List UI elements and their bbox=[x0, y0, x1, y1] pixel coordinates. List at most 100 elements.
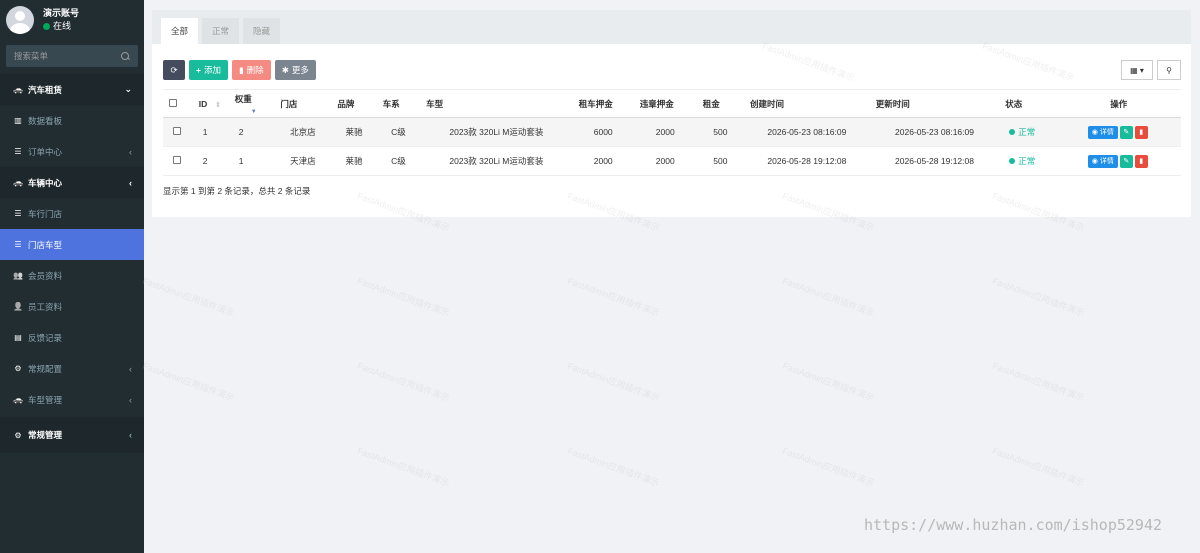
delete-button[interactable]: ▮ 删除 bbox=[231, 60, 271, 80]
cell-updated: 2026-05-28 19:12:08 bbox=[869, 146, 1000, 176]
table-tools: ▦ ▾ ⚲ bbox=[1117, 60, 1181, 80]
watermark-text: FastAdmin应用插件演示 bbox=[141, 360, 236, 404]
column-header: 违章押金 bbox=[633, 89, 697, 118]
sidebar-item-3[interactable]: 🚗 车辆中心 ‹ bbox=[0, 167, 144, 198]
chevron-left-icon: ‹ bbox=[129, 146, 132, 157]
sidebar-item-8[interactable]: ▤ 反馈记录 bbox=[0, 322, 144, 353]
sidebar: 演示账号 在线 搜索菜单 🚗 汽车租赁 ⌄ ▥ 数据看板 ☰ 订单中心 ‹ 🚗 车辆中心 ‹ ☰ 车行门… bbox=[0, 0, 144, 553]
cell-deposit: 2000 bbox=[572, 146, 634, 176]
menu-search-input[interactable]: 搜索菜单 bbox=[6, 45, 138, 67]
avatar[interactable] bbox=[6, 6, 34, 34]
sidebar-item-4[interactable]: ☰ 车行门店 bbox=[0, 198, 144, 229]
detail-button[interactable]: ◉ 详情 bbox=[1087, 154, 1118, 168]
car-icon: 🚗 bbox=[13, 85, 23, 94]
user-icon: 👤 bbox=[13, 302, 23, 311]
tab-2[interactable]: 隐藏 bbox=[243, 18, 281, 44]
delete-row-button[interactable]: ▮ bbox=[1134, 154, 1148, 168]
cell-series: C级 bbox=[376, 117, 421, 147]
toolbar: ⟳ + 添加 ▮ 删除 ✱ 更多 bbox=[163, 60, 320, 80]
status-badge: 正常 bbox=[1009, 155, 1035, 167]
sidebar-item-10[interactable]: 🚗 车型管理 ‹ bbox=[0, 384, 144, 415]
sidebar-item-label: 常规配置 bbox=[28, 363, 63, 374]
watermark-text: FastAdmin应用插件演示 bbox=[991, 360, 1086, 404]
watermark-text: FastAdmin应用插件演示 bbox=[781, 360, 876, 404]
columns-toggle-button[interactable]: ▦ ▾ bbox=[1121, 60, 1153, 80]
table-row[interactable]: 2 1 天津店 莱驰 C级 2023款 320Li M运动套装 2000 2000 500 202… bbox=[163, 146, 1181, 176]
select-all-checkbox[interactable] bbox=[169, 98, 177, 107]
column-header: 状态 bbox=[999, 89, 1057, 118]
sidebar-menu: 🚗 汽车租赁 ⌄ ▥ 数据看板 ☰ 订单中心 ‹ 🚗 车辆中心 ‹ ☰ 车行门店 ☰ 门店车型 👥 会员资料 👤 员… bbox=[0, 74, 144, 453]
refresh-icon: ⟳ bbox=[170, 64, 178, 75]
edit-button[interactable]: ✎ bbox=[1119, 154, 1133, 168]
column-header: 租金 bbox=[696, 89, 745, 118]
chevron-left-icon: ‹ bbox=[129, 177, 132, 188]
sidebar-item-label: 反馈记录 bbox=[28, 332, 63, 343]
user-name: 演示账号 bbox=[43, 8, 80, 18]
sidebar-item-11[interactable]: ⚙ 常规管理 ‹ bbox=[0, 417, 144, 453]
sidebar-item-6[interactable]: 👥 会员资料 bbox=[0, 260, 144, 291]
column-header: 品牌 bbox=[331, 89, 377, 118]
sidebar-item-label: 订单中心 bbox=[28, 146, 63, 157]
search-button[interactable]: ⚲ bbox=[1157, 60, 1181, 80]
watermark-text: FastAdmin应用插件演示 bbox=[356, 360, 451, 404]
row-checkbox[interactable] bbox=[173, 156, 181, 164]
sidebar-item-5[interactable]: ☰ 门店车型 bbox=[0, 229, 144, 260]
sidebar-item-9[interactable]: ⚙ 常规配置 ‹ bbox=[0, 353, 144, 384]
column-header[interactable]: 权重 bbox=[228, 89, 275, 118]
cell-created: 2026-05-28 19:12:08 bbox=[744, 146, 870, 176]
add-button[interactable]: + 添加 bbox=[189, 60, 228, 80]
users-icon: 👥 bbox=[13, 271, 23, 280]
tab-0[interactable]: 全部 bbox=[161, 18, 199, 44]
user-status: 在线 bbox=[43, 20, 79, 33]
column-header: 创建时间 bbox=[744, 89, 870, 118]
car-icon: 🚗 bbox=[13, 395, 23, 404]
column-header: 车系 bbox=[376, 89, 421, 118]
cog-icon: ✱ bbox=[281, 64, 289, 75]
list-icon: ☰ bbox=[14, 147, 22, 156]
table-row[interactable]: 1 2 北京店 莱驰 C级 2023款 320Li M运动套装 6000 2000 500 202… bbox=[163, 117, 1181, 147]
column-header: 更新时间 bbox=[869, 89, 1000, 118]
watermark-text: FastAdmin应用插件演示 bbox=[781, 275, 876, 319]
cell-id: 1 bbox=[192, 117, 229, 147]
sidebar-item-1[interactable]: ▥ 数据看板 bbox=[0, 105, 144, 136]
gear-icon: ⚙ bbox=[14, 364, 22, 373]
search-icon: ⚲ bbox=[1166, 65, 1172, 75]
row-checkbox[interactable] bbox=[173, 127, 181, 135]
cell-updated: 2026-05-23 08:16:09 bbox=[869, 117, 1000, 147]
sidebar-item-label: 常规管理 bbox=[28, 430, 63, 440]
eye-icon: ◉ bbox=[1091, 129, 1098, 136]
cell-model: 2023款 320Li M运动套装 bbox=[420, 117, 573, 147]
column-header[interactable]: ID bbox=[192, 89, 229, 118]
sidebar-item-0[interactable]: 🚗 汽车租赁 ⌄ bbox=[0, 74, 144, 105]
more-button[interactable]: ✱ 更多 bbox=[274, 60, 316, 80]
cell-created: 2026-05-23 08:16:09 bbox=[744, 117, 870, 147]
main-panel: 全部正常隐藏 ⟳ +添加 ▮删除 ✱更多 ▦ ▾ ⚲ ID权重门店品牌车系车型租… bbox=[152, 10, 1191, 217]
cell-brand: 莱驰 bbox=[331, 117, 377, 147]
cell-rent: 500 bbox=[696, 146, 745, 176]
watermark-text: FastAdmin应用插件演示 bbox=[991, 445, 1086, 489]
cell-series: C级 bbox=[376, 146, 421, 176]
column-header: 操作 bbox=[1056, 89, 1181, 118]
watermark-text: FastAdmin应用插件演示 bbox=[566, 275, 661, 319]
detail-button[interactable]: ◉ 详情 bbox=[1087, 125, 1118, 139]
watermark-text: FastAdmin应用插件演示 bbox=[141, 275, 236, 319]
sidebar-item-label: 门店车型 bbox=[28, 239, 63, 250]
cell-rent: 500 bbox=[696, 117, 745, 147]
car-icon: 🚗 bbox=[13, 178, 23, 187]
search-icon[interactable] bbox=[121, 51, 130, 61]
delete-row-button[interactable]: ▮ bbox=[1134, 125, 1148, 139]
trash-icon: ▮ bbox=[1139, 129, 1144, 136]
cell-id: 2 bbox=[192, 146, 229, 176]
refresh-button[interactable]: ⟳ bbox=[163, 60, 185, 80]
sidebar-item-2[interactable]: ☰ 订单中心 ‹ bbox=[0, 136, 144, 167]
sidebar-item-label: 车辆中心 bbox=[28, 177, 63, 188]
tab-1[interactable]: 正常 bbox=[202, 18, 240, 44]
cell-violation: 2000 bbox=[633, 117, 697, 147]
sidebar-item-label: 汽车租赁 bbox=[28, 84, 63, 95]
filter-tabs: 全部 正常 隐藏 bbox=[152, 10, 1191, 44]
cell-weight: 2 bbox=[228, 117, 275, 147]
watermark-text: FastAdmin应用插件演示 bbox=[991, 275, 1086, 319]
sidebar-item-7[interactable]: 👤 员工资料 bbox=[0, 291, 144, 322]
sidebar-item-label: 会员资料 bbox=[28, 270, 63, 281]
edit-button[interactable]: ✎ bbox=[1119, 125, 1133, 139]
